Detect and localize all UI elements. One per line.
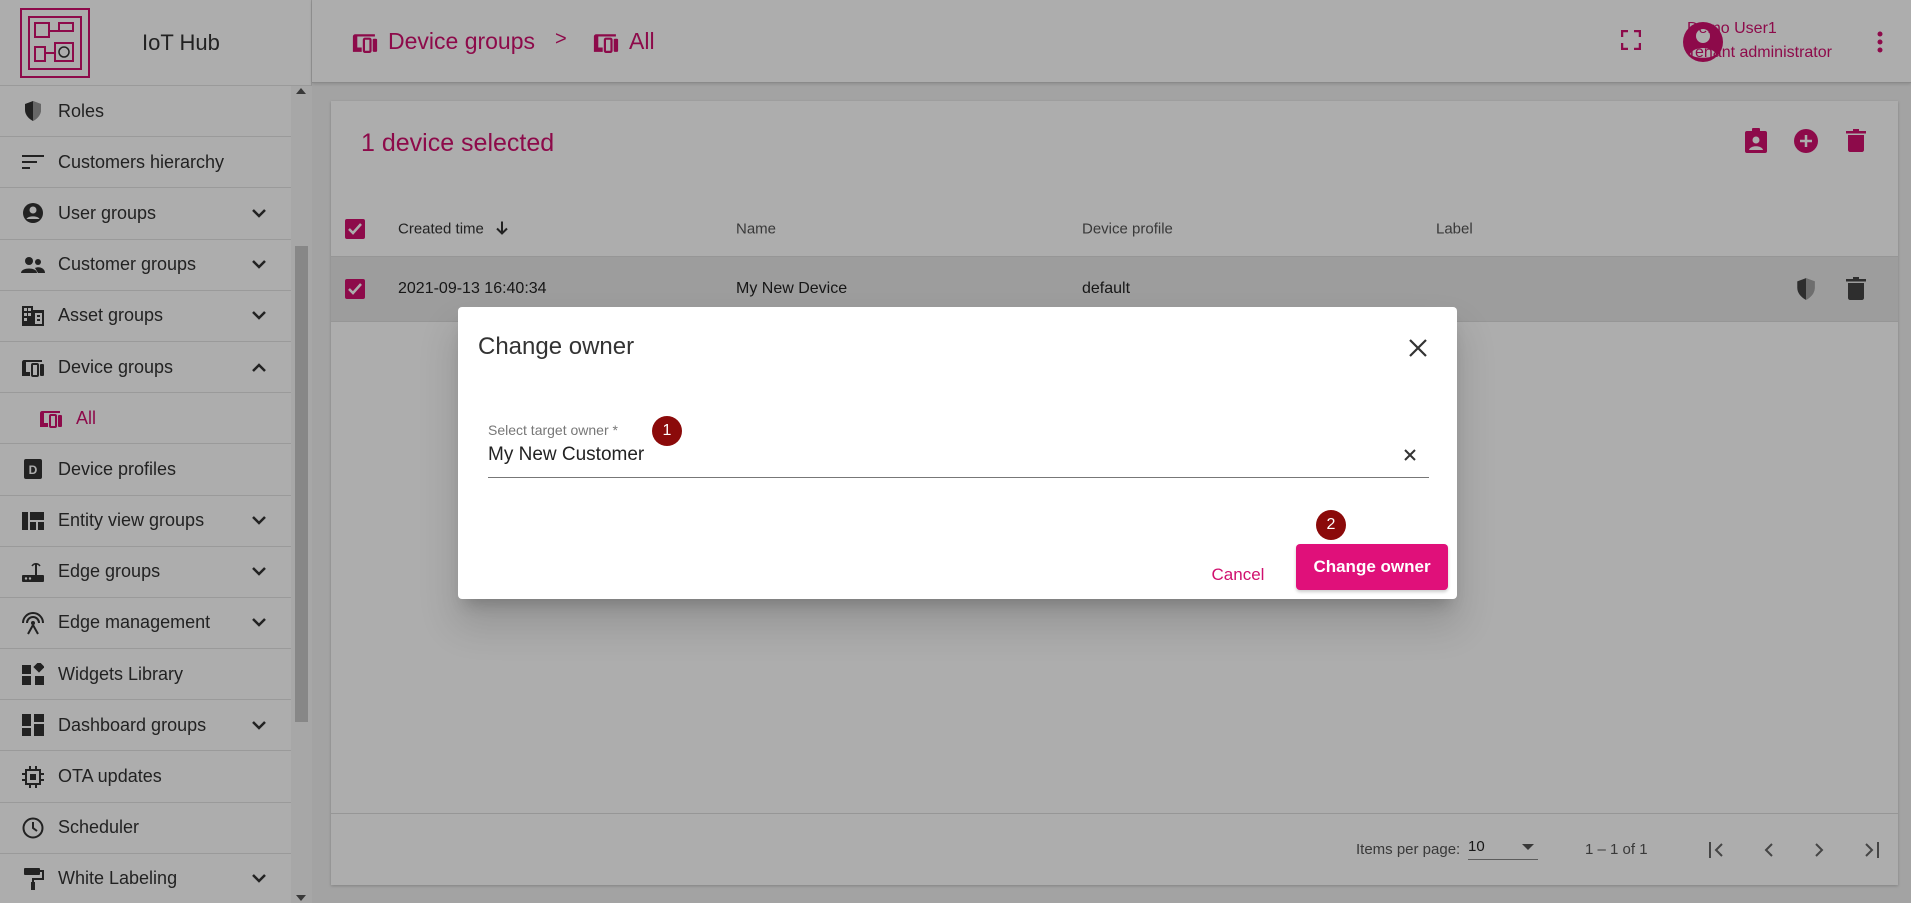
step-badge-2: 2	[1316, 510, 1346, 540]
step-badge-1: 1	[652, 416, 682, 446]
change-owner-dialog: Change owner Select target owner * 1 2 C…	[458, 307, 1457, 599]
target-owner-label: Select target owner *	[488, 422, 618, 438]
cancel-button[interactable]: Cancel	[1198, 552, 1278, 598]
clear-icon[interactable]	[1403, 448, 1421, 466]
target-owner-input[interactable]	[488, 444, 1368, 466]
target-owner-field	[488, 444, 1429, 478]
close-icon[interactable]	[1407, 337, 1431, 361]
change-owner-button[interactable]: Change owner	[1296, 544, 1448, 590]
dialog-title: Change owner	[478, 333, 635, 360]
